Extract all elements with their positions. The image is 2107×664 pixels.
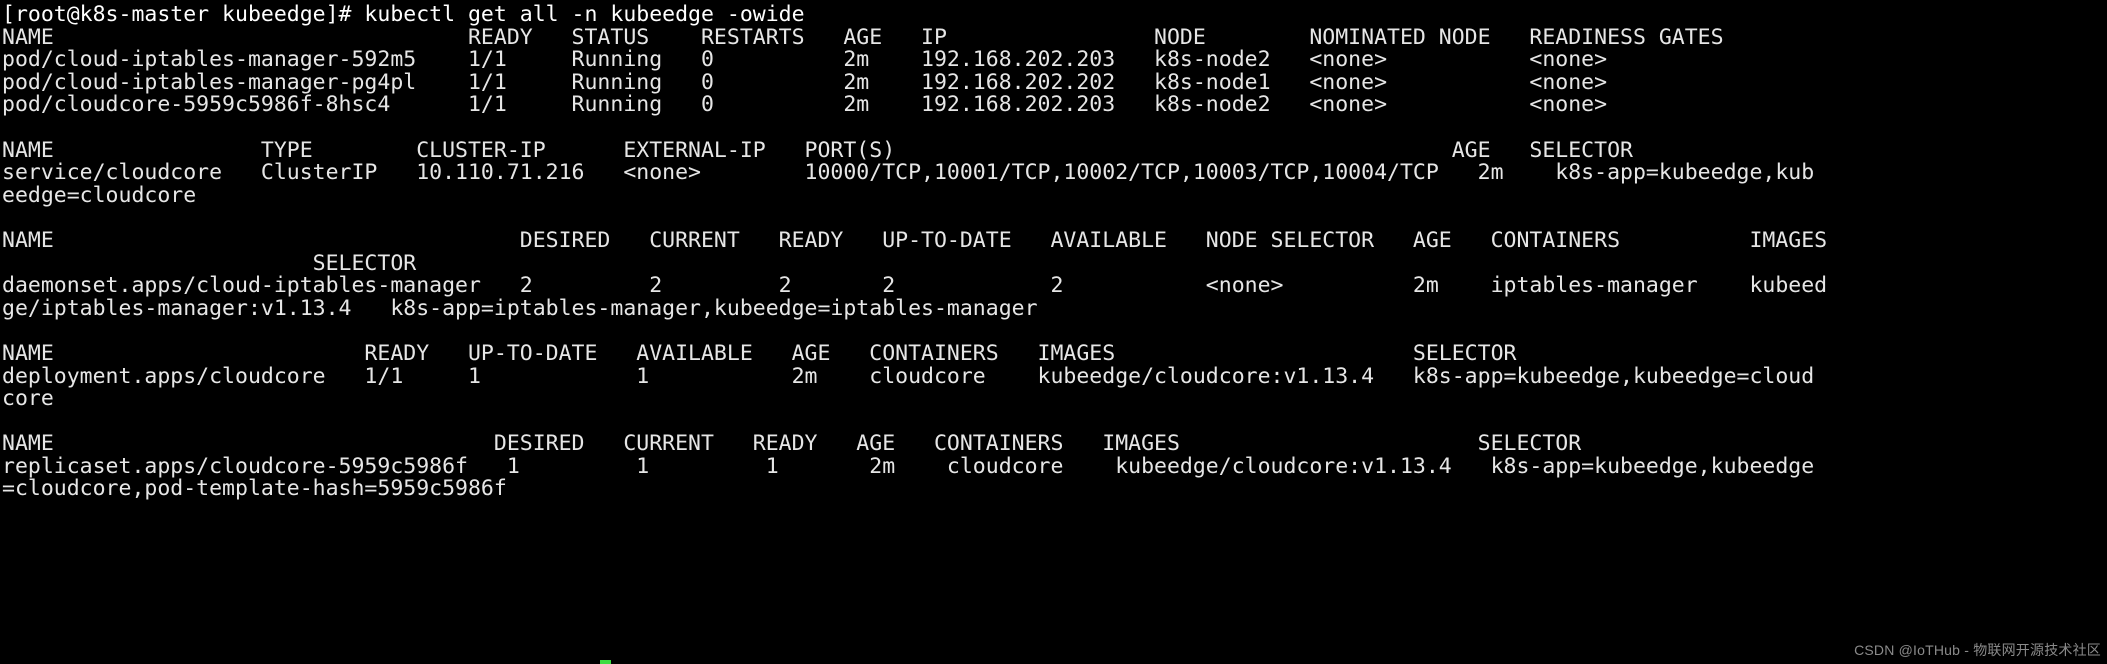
terminal-line [2,117,2107,140]
terminal-prompt-line: [root@k8s-master kubeedge]# kubectl get … [2,4,2107,27]
terminal-output: [root@k8s-master kubeedge]# kubectl get … [2,4,2107,501]
terminal-line: NAME TYPE CLUSTER-IP EXTERNAL-IP PORT(S)… [2,140,2107,163]
terminal-line [2,320,2107,343]
terminal-line: NAME DESIRED CURRENT READY UP-TO-DATE AV… [2,230,2107,253]
terminal-line [2,207,2107,230]
watermark-label: CSDN @IoTHub - 物联网开源技术社区 [1854,639,2101,662]
terminal-line: ge/iptables-manager:v1.13.4 k8s-app=ipta… [2,298,2107,321]
terminal-line: pod/cloudcore-5959c5986f-8hsc4 1/1 Runni… [2,94,2107,117]
terminal-cursor [600,660,611,664]
terminal-line: pod/cloud-iptables-manager-pg4pl 1/1 Run… [2,72,2107,95]
terminal-window[interactable]: [root@k8s-master kubeedge]# kubectl get … [0,0,2107,664]
terminal-line: core [2,388,2107,411]
terminal-line [2,411,2107,434]
terminal-line: NAME DESIRED CURRENT READY AGE CONTAINER… [2,433,2107,456]
terminal-line: daemonset.apps/cloud-iptables-manager 2 … [2,275,2107,298]
terminal-line: replicaset.apps/cloudcore-5959c5986f 1 1… [2,456,2107,479]
terminal-line: NAME READY UP-TO-DATE AVAILABLE AGE CONT… [2,343,2107,366]
terminal-line: SELECTOR [2,253,2107,276]
terminal-line: eedge=cloudcore [2,185,2107,208]
terminal-line: service/cloudcore ClusterIP 10.110.71.21… [2,162,2107,185]
terminal-line: deployment.apps/cloudcore 1/1 1 1 2m clo… [2,366,2107,389]
terminal-line: =cloudcore,pod-template-hash=5959c5986f [2,478,2107,501]
terminal-line: pod/cloud-iptables-manager-592m5 1/1 Run… [2,49,2107,72]
terminal-line: NAME READY STATUS RESTARTS AGE IP NODE N… [2,27,2107,50]
